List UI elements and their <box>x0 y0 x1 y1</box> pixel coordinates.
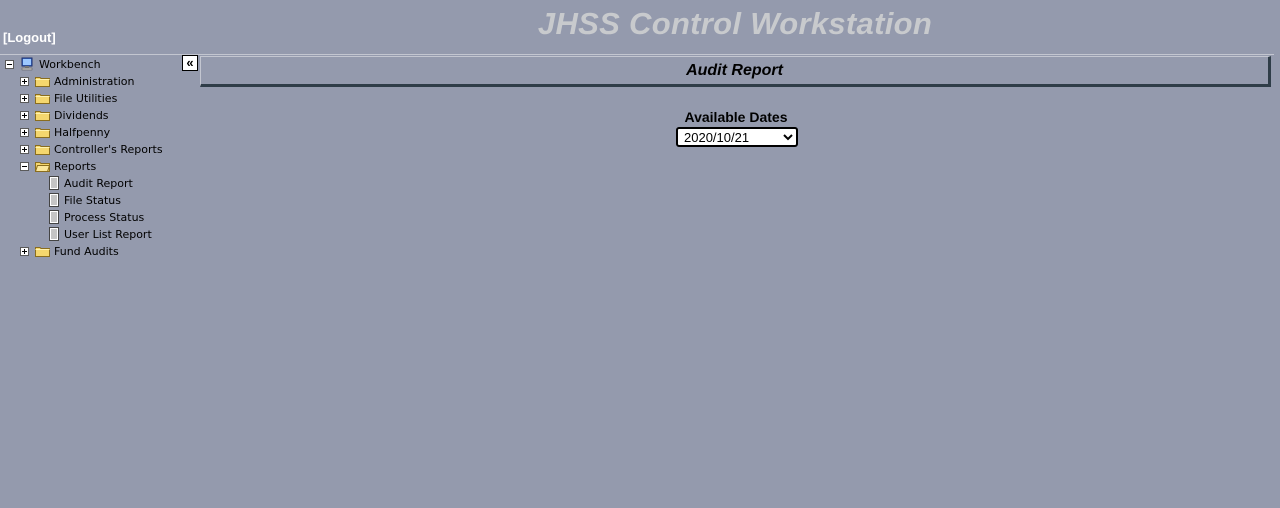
tree-item-label[interactable]: Halfpenny <box>54 126 110 139</box>
tree-item-file-utilities[interactable]: File Utilities <box>20 90 117 106</box>
collapse-toggle-icon[interactable] <box>5 59 14 69</box>
folder-icon <box>35 145 50 155</box>
tree-item-dividends[interactable]: Dividends <box>20 107 109 123</box>
tree-root-workbench[interactable]: Workbench <box>5 56 101 72</box>
tree-item-controllers-reports[interactable]: Controller's Reports <box>20 141 163 157</box>
tree-item-label[interactable]: Dividends <box>54 109 109 122</box>
tree-item-label[interactable]: File Utilities <box>54 92 117 105</box>
folder-icon <box>35 111 50 121</box>
tree-item-label[interactable]: Audit Report <box>64 177 133 190</box>
open-folder-icon <box>35 162 50 172</box>
collapse-sidebar-button[interactable]: « <box>182 55 198 71</box>
folder-icon <box>35 128 50 138</box>
expand-toggle-icon[interactable] <box>20 93 29 103</box>
tree-item-administration[interactable]: Administration <box>20 73 135 89</box>
tree-item-label[interactable]: Process Status <box>64 211 144 224</box>
expand-toggle-icon[interactable] <box>20 127 29 137</box>
logout-link[interactable]: [Logout] <box>3 30 56 45</box>
document-icon <box>49 176 59 190</box>
expand-toggle-icon[interactable] <box>20 144 29 154</box>
folder-icon <box>35 77 50 87</box>
folder-icon <box>35 94 50 104</box>
tree-item-halfpenny[interactable]: Halfpenny <box>20 124 110 140</box>
tree-root-label[interactable]: Workbench <box>39 58 101 71</box>
expand-toggle-icon[interactable] <box>20 246 29 256</box>
tree-item-user-list-report[interactable]: User List Report <box>49 226 152 242</box>
document-icon <box>49 227 59 241</box>
tree-item-label[interactable]: File Status <box>64 194 121 207</box>
tree-item-label[interactable]: Fund Audits <box>54 245 119 258</box>
collapse-toggle-icon[interactable] <box>20 161 29 171</box>
tree-item-fund-audits[interactable]: Fund Audits <box>20 243 119 259</box>
tree-item-label[interactable]: User List Report <box>64 228 152 241</box>
tree-item-label[interactable]: Controller's Reports <box>54 143 163 156</box>
folder-icon <box>35 247 50 257</box>
document-icon <box>49 210 59 224</box>
available-dates-label: Available Dates <box>684 109 788 125</box>
tree-item-reports[interactable]: Reports <box>20 158 96 174</box>
tree-item-label[interactable]: Administration <box>54 75 135 88</box>
available-dates-select[interactable]: 2020/10/21 <box>676 127 798 147</box>
tree-item-audit-report[interactable]: Audit Report <box>49 175 133 191</box>
tree-item-process-status[interactable]: Process Status <box>49 209 144 225</box>
tree-item-label[interactable]: Reports <box>54 160 96 173</box>
app-title: JHSS Control Workstation <box>537 6 933 41</box>
tree-item-file-status[interactable]: File Status <box>49 192 121 208</box>
document-icon <box>49 193 59 207</box>
computer-icon <box>21 57 33 71</box>
report-title: Audit Report <box>200 56 1271 87</box>
expand-toggle-icon[interactable] <box>20 110 29 120</box>
expand-toggle-icon[interactable] <box>20 76 29 86</box>
